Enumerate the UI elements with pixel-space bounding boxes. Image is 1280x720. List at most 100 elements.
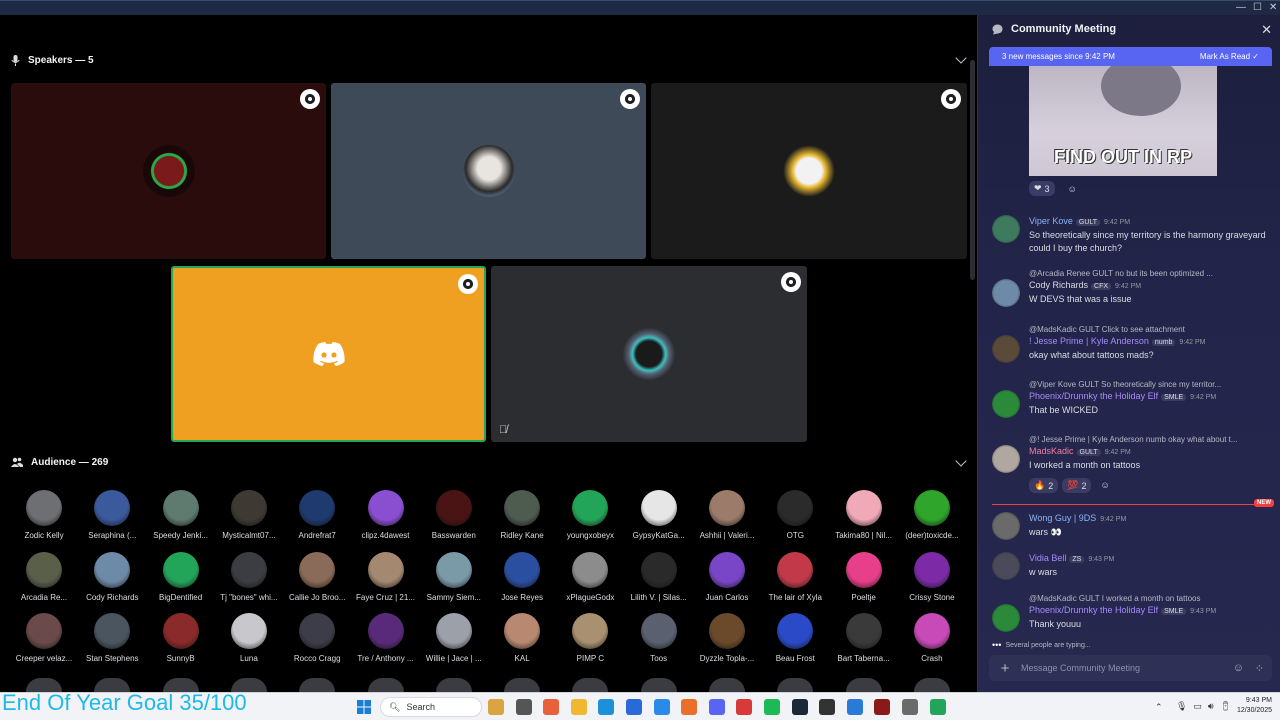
options-icon[interactable] [300, 89, 320, 109]
message-avatar[interactable] [992, 279, 1020, 307]
audience-member[interactable]: The lair of Xyla [761, 551, 829, 603]
green-app-icon[interactable] [929, 699, 946, 715]
audience-member[interactable]: SunnyB [147, 613, 215, 664]
firefox-icon[interactable] [681, 699, 698, 715]
audience-avatar-partial[interactable] [572, 678, 609, 692]
audience-member[interactable]: Bart Taberna... [830, 613, 898, 664]
audience-avatar-partial[interactable] [845, 678, 882, 692]
audience-member[interactable]: Andrefrat7 [283, 490, 351, 541]
reaction-chip[interactable]: 💯 2 [1062, 478, 1092, 493]
new-messages-bar[interactable]: 3 new messages since 9:42 PM Mark As Rea… [989, 47, 1272, 66]
message-avatar[interactable] [992, 512, 1020, 540]
audience-member[interactable]: Toos [625, 613, 693, 664]
audience-member[interactable]: Poeltje [830, 551, 898, 603]
audience-member[interactable]: Tre / Anthony ... [352, 613, 420, 664]
audience-avatar-partial[interactable] [367, 678, 404, 692]
audience-member[interactable]: Sammy Siem... [420, 551, 488, 603]
close-window-icon[interactable]: ✕ [1269, 2, 1277, 14]
message-username[interactable]: Phoenix/Drunnky the Holiday Elf [1029, 391, 1158, 401]
message-username[interactable]: Vidia Bell [1029, 553, 1066, 563]
photos-icon[interactable] [736, 699, 753, 715]
reply-reference[interactable]: @MadsKadic GULT I worked a month on tatt… [1029, 593, 1274, 604]
audience-member[interactable]: Basswarden [420, 490, 488, 541]
audience-member[interactable]: PIMP C [556, 613, 624, 664]
message-composer[interactable]: + Message Community Meeting ☺ ⁘ [989, 655, 1272, 681]
message-username[interactable]: MadsKadic [1029, 446, 1074, 456]
audience-member[interactable]: KAL [488, 613, 556, 664]
audience-member[interactable]: xPlagueGodx [556, 551, 624, 603]
store-icon[interactable] [626, 699, 642, 715]
options-icon[interactable] [781, 272, 801, 292]
steam-icon[interactable] [791, 699, 808, 715]
audience-avatar-partial[interactable] [777, 678, 814, 692]
audience-member[interactable]: Tj "bones" whi... [215, 551, 283, 603]
reaction-chip[interactable]: 🔥 2 [1029, 478, 1059, 493]
add-attachment-icon[interactable]: + [989, 660, 1021, 677]
message-username[interactable]: ! Jesse Prime | Kyle Anderson [1029, 336, 1149, 346]
chevron-down-icon[interactable] [955, 52, 967, 64]
audience-member[interactable]: Ridley Kane [488, 490, 556, 541]
speaker-tile[interactable]: 🎙̸ [491, 266, 807, 442]
task-view-icon[interactable] [515, 699, 532, 715]
audience-member[interactable]: Ashhii | Valeri... [693, 490, 761, 541]
add-reaction-icon[interactable]: ☺ [1095, 478, 1114, 493]
audience-member[interactable]: Speedy Jenki... [147, 490, 215, 541]
audience-member[interactable]: Rocco Cragg [283, 613, 351, 664]
terminal-icon[interactable] [819, 699, 836, 715]
speaker-tile[interactable] [651, 83, 967, 259]
mark-as-read-button[interactable]: Mark As Read ✓ [1200, 52, 1259, 61]
clock[interactable]: 9:43 PM 12/30/2025 [1226, 696, 1272, 716]
options-icon[interactable] [941, 89, 961, 109]
message-username[interactable]: Wong Guy | 9DS [1029, 513, 1096, 523]
audience-member[interactable]: Mysticalmt07... [215, 490, 283, 541]
audience-member[interactable]: OTG [761, 490, 829, 541]
audience-header[interactable]: Audience — 269 [11, 452, 108, 472]
office-icon[interactable] [543, 699, 560, 715]
audience-member[interactable]: Beau Frost [761, 613, 829, 664]
reply-reference[interactable]: @Viper Kove GULT So theoretically since … [1029, 379, 1274, 390]
audience-member[interactable]: Willie | Jace | ... [420, 613, 488, 664]
audience-member[interactable]: clipz.4dawest [352, 490, 420, 541]
audience-avatar-partial[interactable] [640, 678, 677, 692]
spotify-icon[interactable] [764, 699, 780, 715]
audience-member[interactable]: BigDentified [147, 551, 215, 603]
audience-member[interactable]: Zodic Kelly [10, 490, 78, 541]
notepad-icon[interactable] [846, 699, 863, 715]
audience-member[interactable]: (deer)toxicde... [898, 490, 966, 541]
discord-icon[interactable] [708, 699, 725, 715]
audience-member[interactable]: Faye Cruz | 21... [352, 551, 420, 603]
message-avatar[interactable] [992, 604, 1020, 632]
maximize-icon[interactable]: ☐ [1253, 2, 1262, 14]
apps-icon[interactable]: ⁘ [1255, 662, 1264, 675]
audience-avatar-partial[interactable] [913, 678, 950, 692]
windows-start-icon[interactable] [357, 700, 371, 714]
audience-member[interactable]: youngxobeyx [556, 490, 624, 541]
close-chat-icon[interactable]: ✕ [1261, 22, 1272, 38]
message-username[interactable]: Cody Richards [1029, 280, 1088, 290]
audience-member[interactable]: Seraphina (... [78, 490, 146, 541]
message-avatar[interactable] [992, 335, 1020, 363]
audience-member[interactable]: Juan Carlos [693, 551, 761, 603]
emoji-icon[interactable]: ☺ [1233, 662, 1244, 674]
speaker-tile[interactable] [331, 83, 646, 259]
message-avatar[interactable] [992, 552, 1020, 580]
speakers-header[interactable]: Speakers — 5 [11, 50, 94, 70]
audience-member[interactable]: Creeper velaz... [10, 613, 78, 664]
audience-member[interactable]: Cody Richards [78, 551, 146, 603]
message-username[interactable]: Phoenix/Drunnky the Holiday Elf [1029, 605, 1158, 615]
message-avatar[interactable] [992, 215, 1020, 243]
audience-avatar-partial[interactable] [709, 678, 745, 692]
add-reaction-icon[interactable]: ☺ [1063, 181, 1082, 196]
audience-member[interactable]: GypsyKatGa... [625, 490, 693, 541]
audience-member[interactable]: Luna [215, 613, 283, 664]
scrollbar[interactable] [970, 60, 975, 280]
reply-reference[interactable]: @Arcadia Renee GULT no but its been opti… [1029, 268, 1274, 279]
chevron-down-icon[interactable] [955, 455, 967, 467]
message-username[interactable]: Viper Kove [1029, 216, 1073, 226]
folder-icon[interactable] [570, 699, 587, 715]
audience-member[interactable]: Callie Jo Broo... [283, 551, 351, 603]
image-attachment[interactable]: FIND OUT IN RP [1029, 66, 1217, 176]
audience-member[interactable]: Crash [898, 613, 966, 664]
taskbar-search[interactable]: 🔍︎ Search [380, 697, 482, 717]
settings-icon[interactable] [902, 699, 918, 715]
